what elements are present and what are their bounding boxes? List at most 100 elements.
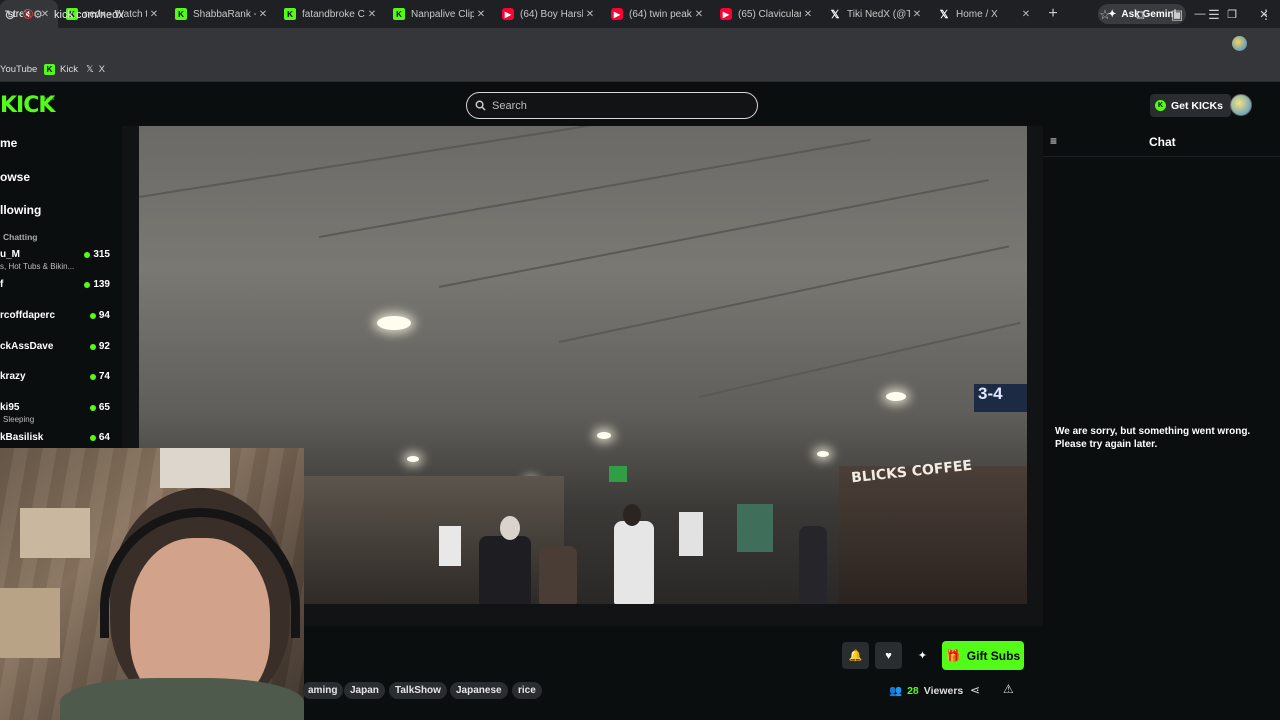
close-tab-icon[interactable]: ✕ [801,9,815,20]
followed-channel[interactable]: krazy 74 [0,371,112,399]
browser-menu-icon[interactable]: ⋮ [1257,7,1275,23]
tab-title: (65) Clavicular [738,8,801,20]
sidebar-item-following[interactable]: llowing [0,203,41,217]
viewer-count: 28 [907,684,919,697]
search-placeholder: Search [492,99,527,112]
bookmarks-bar: YouTube K Kick 𝕏 X [0,58,1280,82]
tab-fatandbroke[interactable]: K fatandbroke Cl ✕ [276,0,385,28]
reload-icon[interactable]: ↻ [4,7,16,24]
tab-title: (64) Boy Harsh [520,8,583,20]
browser-profile-avatar[interactable] [1232,36,1247,51]
tab-title: Home / X [956,8,998,20]
get-kicks-button[interactable]: K Get KICKs [1150,94,1231,117]
sidebar-item-browse[interactable]: owse [0,170,30,184]
ceiling-light [886,392,906,401]
extensions-icon[interactable]: ⧉ [1131,7,1149,23]
kick-favicon-icon: K [393,8,405,20]
browser-tab-strip: strea 🔇 ✕ K nedx - Watch th ✕ K ShabbaRa… [0,0,1280,28]
gift-subs-button[interactable]: 🎁 Gift Subs [942,641,1024,670]
share-icon[interactable]: ⋖ [970,683,980,697]
youtube-favicon-icon: ▶ [611,8,623,20]
sidebar: me owse llowing Chatting u_M s, Hot Tubs… [0,126,122,448]
streamer-shirt [60,678,304,720]
bookmark-star-icon[interactable]: ☆ [1096,7,1114,23]
report-warning-icon[interactable]: ⚠ [1003,682,1014,696]
person [623,504,641,526]
tag-japan[interactable]: Japan [344,682,385,699]
url-field[interactable]: kick.com/nedx [54,9,124,21]
chat-title: Chat [1149,135,1176,149]
clip-button[interactable]: ✦ [909,642,936,669]
tag-rice[interactable]: rice [512,682,542,699]
chat-error-line: Please try again later. [1055,439,1158,450]
gift-icon: 🎁 [945,648,961,663]
close-tab-icon[interactable]: ✕ [474,9,488,20]
user-avatar[interactable] [1230,94,1252,116]
viewer-count: 74 [98,371,110,382]
followed-channel[interactable]: f 139 [0,279,112,307]
tab-clavicular[interactable]: ▶ (65) Clavicular ✕ [712,0,821,28]
bookmark-kick[interactable]: K Kick [44,64,78,75]
chat-error-message: We are sorry, but something went wrong. … [1055,425,1265,451]
bookmark-x[interactable]: 𝕏 X [86,64,105,75]
chat-panel [1043,126,1280,720]
followed-channel[interactable]: ki95 Sleeping 65 [0,402,112,430]
channel-viewers: 92 [89,341,110,352]
bookmark-label: YouTube [0,64,38,75]
tab-boy-harsh[interactable]: ▶ (64) Boy Harsh ✕ [494,0,603,28]
person [539,546,577,604]
reading-list-icon[interactable]: ☰ [1205,7,1223,23]
live-dot-icon [89,343,96,350]
channel-name: f [0,279,4,290]
ceiling-stripe [698,321,1021,398]
live-dot-icon [89,434,96,441]
channel-viewers: 315 [84,249,110,260]
viewer-count-display: 👥 28 Viewers [889,684,963,698]
tab-tiki-nedx[interactable]: 𝕏 Tiki NedX (@Ti ✕ [821,0,930,28]
tag-japanese[interactable]: Japanese [450,682,508,699]
collapse-chat-icon[interactable]: ≡ [1050,134,1057,148]
channel-name: ki95 [0,402,20,413]
close-tab-icon[interactable]: ✕ [365,9,379,20]
bookmark-youtube[interactable]: YouTube [0,64,37,75]
close-tab-icon[interactable]: ✕ [692,9,706,20]
followed-channel[interactable]: kBasilisk 64 [0,432,112,448]
tag-talkshow[interactable]: TalkShow [389,682,447,699]
bookmark-label: Kick [60,64,78,75]
live-dot-icon [84,281,91,288]
followed-channel[interactable]: u_M s, Hot Tubs & Bikin... 315 [0,249,112,277]
tag-gaming[interactable]: aming [302,682,344,699]
chat-error-line: We are sorry, but something went wrong. [1055,426,1251,437]
side-panel-icon[interactable]: ▣ [1168,7,1186,23]
channel-name: ckAssDave [0,341,54,352]
tab-nanpalive[interactable]: K Nanpalive Clips ✕ [385,0,494,28]
close-tab-icon[interactable]: ✕ [1019,9,1033,20]
digital-poster [439,526,461,566]
close-tab-icon[interactable]: ✕ [256,9,270,20]
webcam-overlay [0,448,304,720]
followed-channel[interactable]: rcoffdaperc 94 [0,310,112,338]
cardboard-box [0,588,60,658]
followed-channel[interactable]: ckAssDave 92 [0,341,112,369]
search-input[interactable]: Search [466,92,758,119]
tab-twin-peaks[interactable]: ▶ (64) twin peaks ✕ [603,0,712,28]
viewer-count: 139 [93,279,110,290]
close-tab-icon[interactable]: ✕ [910,9,924,20]
cardboard-box [20,508,90,558]
x-favicon-icon: 𝕏 [939,8,949,21]
sidebar-item-home[interactable]: me [0,136,17,150]
platform-sign: 3-4 [974,384,1027,412]
notification-bell-button[interactable]: 🔔 [842,642,869,669]
youtube-favicon-icon: ▶ [502,8,514,20]
viewer-count: 94 [98,310,110,321]
ceiling-stripe [139,126,653,198]
person [500,516,520,540]
close-tab-icon[interactable]: ✕ [147,9,161,20]
exit-sign [609,466,627,482]
tab-home-x[interactable]: 𝕏 Home / X ✕ [930,0,1039,28]
follow-button[interactable]: ♥ [875,642,902,669]
tab-shabbarank[interactable]: K ShabbaRank - V ✕ [167,0,276,28]
site-info-icon[interactable]: ⚙ [33,8,43,21]
close-tab-icon[interactable]: ✕ [583,9,597,20]
new-tab-button[interactable]: + [1039,5,1067,23]
